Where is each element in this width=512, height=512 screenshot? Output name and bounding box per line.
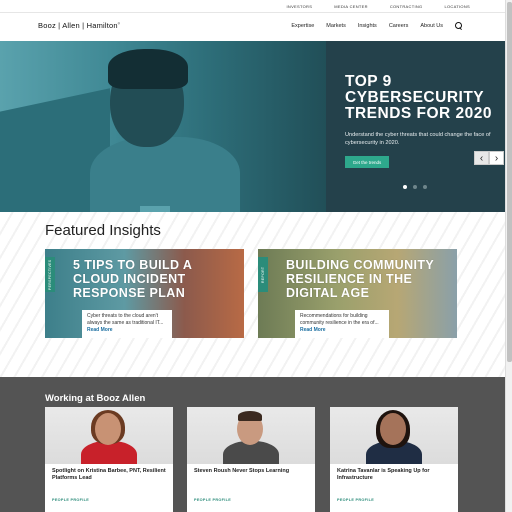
- read-more-link[interactable]: Read More: [87, 327, 113, 333]
- person-body-shape: [90, 137, 240, 212]
- insight-card[interactable]: REPORT BUILDING COMMUNITY RESILIENCE IN …: [258, 249, 457, 338]
- card-description-text: Cyber threats to the cloud aren't always…: [87, 313, 164, 326]
- carousel-dots: [403, 185, 427, 189]
- nav-item-markets[interactable]: Markets: [326, 23, 346, 29]
- utility-link-media-center[interactable]: MEDIA CENTER: [334, 4, 368, 9]
- card-title: 5 TIPS TO BUILD A CLOUD INCIDENT RESPONS…: [73, 258, 192, 300]
- profile-photo: [45, 407, 173, 464]
- card-description-text: Recommendations for building community r…: [300, 313, 379, 326]
- hero-carousel: [0, 41, 505, 212]
- logo-registered-mark: ®: [117, 21, 121, 26]
- chevron-left-icon[interactable]: ‹: [474, 151, 489, 165]
- card-description: Recommendations for building community r…: [295, 310, 389, 338]
- working-title: Working at Booz Allen: [45, 393, 146, 404]
- hero-subtitle: Understand the cyber threats that could …: [345, 132, 491, 146]
- profile-tag: PEOPLE PROFILE: [194, 498, 232, 502]
- main-nav: Expertise Markets Insights Careers About…: [291, 22, 463, 30]
- nav-item-about-us[interactable]: About Us: [420, 23, 443, 29]
- profile-photo: [187, 407, 315, 464]
- utility-nav: INVESTORS MEDIA CENTER CONTRACTING LOCAT…: [286, 4, 470, 9]
- logo-text: Booz | Allen | Hamilton: [38, 21, 118, 30]
- person-head-shape: [380, 413, 406, 445]
- profile-tag: PEOPLE PROFILE: [52, 498, 90, 502]
- logo[interactable]: Booz | Allen | Hamilton®: [38, 21, 120, 30]
- scrollbar-thumb[interactable]: [507, 2, 512, 362]
- featured-title: Featured Insights: [45, 222, 161, 239]
- profile-title: Katrina Tavanlar is Speaking Up for Infr…: [337, 468, 430, 481]
- card-description: Cyber threats to the cloud aren't always…: [82, 310, 172, 338]
- person-head-shape: [95, 413, 121, 445]
- person-hair-shape: [108, 49, 188, 89]
- hero-image: [0, 41, 326, 212]
- profile-photo: [330, 407, 458, 464]
- profile-title: Steven Roush Never Stops Learning: [194, 468, 290, 474]
- card-tag: REPORT: [258, 257, 268, 292]
- profile-card[interactable]: Steven Roush Never Stops Learning PEOPLE…: [187, 407, 315, 512]
- chevron-right-icon[interactable]: ›: [489, 151, 504, 165]
- carousel-dot[interactable]: [423, 185, 427, 189]
- utility-link-investors[interactable]: INVESTORS: [286, 4, 312, 9]
- utility-link-locations[interactable]: LOCATIONS: [444, 4, 470, 9]
- profile-card[interactable]: Katrina Tavanlar is Speaking Up for Infr…: [330, 407, 458, 512]
- utility-link-contracting[interactable]: CONTRACTING: [390, 4, 423, 9]
- read-more-link[interactable]: Read More: [300, 327, 326, 333]
- person-hair-shape: [238, 411, 262, 421]
- profile-card[interactable]: Spotlight on Kristina Barbee, PNT, Resil…: [45, 407, 173, 512]
- nav-item-expertise[interactable]: Expertise: [291, 23, 314, 29]
- get-the-trends-button[interactable]: Get the trends: [345, 156, 389, 168]
- nav-item-insights[interactable]: Insights: [358, 23, 377, 29]
- card-title: BUILDING COMMUNITY RESILIENCE IN THE DIG…: [286, 258, 434, 300]
- site-header: Booz | Allen | Hamilton® Expertise Marke…: [0, 12, 505, 40]
- hero-title: TOP 9 CYBERSECURITY TRENDS FOR 2020: [345, 73, 493, 122]
- page-scrollbar[interactable]: [505, 0, 512, 512]
- nav-item-careers[interactable]: Careers: [389, 23, 409, 29]
- carousel-arrows: ‹ ›: [474, 151, 504, 165]
- card-tag: PERSPECTIVES: [45, 257, 55, 292]
- insight-card[interactable]: PERSPECTIVES 5 TIPS TO BUILD A CLOUD INC…: [45, 249, 244, 338]
- carousel-dot[interactable]: [413, 185, 417, 189]
- carousel-dot[interactable]: [403, 185, 407, 189]
- profile-title: Spotlight on Kristina Barbee, PNT, Resil…: [52, 468, 166, 481]
- search-icon[interactable]: [455, 22, 463, 30]
- profile-tag: PEOPLE PROFILE: [337, 498, 375, 502]
